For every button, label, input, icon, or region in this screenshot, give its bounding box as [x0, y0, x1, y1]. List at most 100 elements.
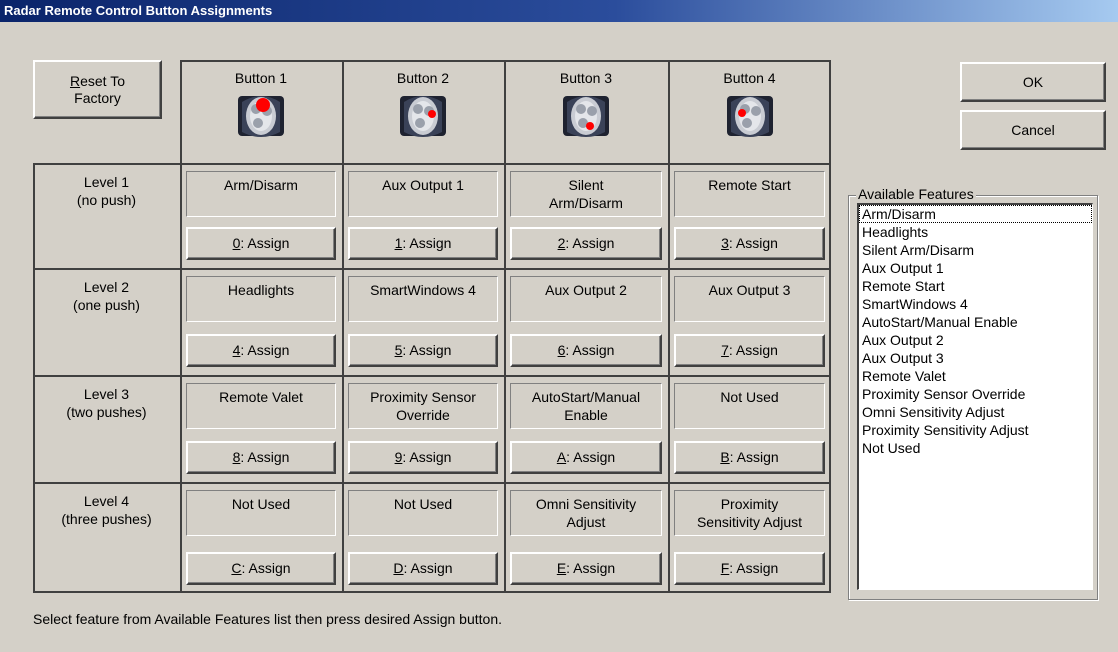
- list-item[interactable]: SmartWindows 4: [859, 295, 1092, 313]
- feature-text: Override: [396, 407, 450, 423]
- feature-text: Omni Sensitivity: [535, 496, 637, 512]
- assign-hotkey: 0: [232, 235, 241, 251]
- feature-box: Aux Output 3: [674, 276, 825, 322]
- assign-button-2[interactable]: 2: Assign: [510, 227, 662, 260]
- list-item[interactable]: Arm/Disarm: [859, 205, 1092, 223]
- reset-label-text: eset To Factory: [74, 72, 125, 106]
- ok-button[interactable]: OK: [960, 62, 1106, 102]
- list-item[interactable]: Proximity Sensor Override: [859, 385, 1092, 403]
- list-item[interactable]: AutoStart/Manual Enable: [859, 313, 1092, 331]
- assign-button-C[interactable]: C: Assign: [186, 552, 336, 585]
- feature-text: SmartWindows 4: [370, 282, 476, 298]
- assign-button-F[interactable]: F: Assign: [674, 552, 825, 585]
- feature-box: Not Used: [674, 383, 825, 429]
- feature-box: Remote Valet: [186, 383, 336, 429]
- list-item[interactable]: Not Used: [859, 439, 1092, 457]
- feature-text: Aux Output 1: [382, 177, 464, 193]
- assign-hotkey: C: [231, 560, 242, 576]
- level-subtitle: (two pushes): [66, 404, 147, 420]
- assign-button-5[interactable]: 5: Assign: [348, 334, 498, 367]
- list-item[interactable]: Remote Valet: [859, 367, 1092, 385]
- assign-button-8[interactable]: 8: Assign: [186, 441, 336, 474]
- assign-hotkey: 1: [394, 235, 403, 251]
- list-item[interactable]: Proximity Sensitivity Adjust: [859, 421, 1092, 439]
- feature-text: Not Used: [720, 389, 779, 405]
- button-header-label: Button 4: [723, 70, 776, 86]
- level-label: Level 2 (one push): [33, 278, 180, 314]
- assign-label: : Assign: [403, 560, 453, 576]
- level-title: Level 2: [83, 279, 130, 295]
- feature-box: Silent Arm/Disarm: [510, 171, 662, 217]
- list-item[interactable]: Silent Arm/Disarm: [859, 241, 1092, 259]
- ok-button-label: OK: [1022, 73, 1044, 90]
- feature-text: Enable: [564, 407, 608, 423]
- list-item[interactable]: Remote Start: [859, 277, 1092, 295]
- assign-button-3[interactable]: 3: Assign: [674, 227, 825, 260]
- level-label: Level 1 (no push): [33, 173, 180, 209]
- assign-label: : Assign: [240, 342, 290, 358]
- feature-text: Aux Output 2: [545, 282, 627, 298]
- feature-text: Proximity: [720, 496, 779, 512]
- assignments-dialog: Radar Remote Control Button Assignments …: [0, 0, 1118, 652]
- button-header-2: Button 2: [342, 60, 504, 163]
- feature-text: Not Used: [393, 496, 453, 512]
- assign-label: : Assign: [240, 235, 290, 251]
- feature-text: Aux Output 3: [708, 282, 791, 298]
- level-4-cell: Level 4 (three pushes): [33, 482, 180, 593]
- assign-label: : Assign: [240, 449, 290, 465]
- assign-label: : Assign: [729, 560, 779, 576]
- reset-button-label: Reset To Factory: [53, 73, 143, 107]
- assign-button-7[interactable]: 7: Assign: [674, 334, 825, 367]
- button-header-1: Button 1: [180, 60, 342, 163]
- feature-text: Proximity Sensor: [370, 389, 476, 405]
- assign-button-1[interactable]: 1: Assign: [348, 227, 498, 260]
- assign-button-D[interactable]: D: Assign: [348, 552, 498, 585]
- assign-button-B[interactable]: B: Assign: [674, 441, 825, 474]
- assign-button-A[interactable]: A: Assign: [510, 441, 662, 474]
- list-item[interactable]: Aux Output 3: [859, 349, 1092, 367]
- feature-text: Arm/Disarm: [549, 195, 623, 211]
- reset-hotkey: R: [69, 72, 81, 89]
- feature-text: AutoStart/Manual: [531, 389, 641, 405]
- list-item[interactable]: Omni Sensitivity Adjust: [859, 403, 1092, 421]
- level-1-cell: Level 1 (no push): [33, 163, 180, 268]
- assign-hotkey: 7: [721, 342, 729, 358]
- assign-hotkey: 4: [232, 342, 241, 358]
- available-features-list[interactable]: Arm/Disarm Headlights Silent Arm/Disarm Aux…: [857, 203, 1093, 590]
- list-item[interactable]: Aux Output 2: [859, 331, 1092, 349]
- assign-button-4[interactable]: 4: Assign: [186, 334, 336, 367]
- assign-button-0[interactable]: 0: Assign: [186, 227, 336, 260]
- level-label: Level 4 (three pushes): [33, 492, 180, 528]
- feature-text: Adjust: [566, 514, 606, 530]
- assign-hotkey: 9: [394, 449, 403, 465]
- assign-hotkey: 6: [557, 342, 566, 358]
- assign-label: : Assign: [565, 235, 615, 251]
- assign-hotkey: B: [720, 449, 730, 465]
- assign-label: : Assign: [241, 560, 291, 576]
- feature-box: Not Used: [186, 490, 336, 536]
- list-item[interactable]: Aux Output 1: [859, 259, 1092, 277]
- reset-to-factory-button[interactable]: Reset To Factory: [33, 60, 162, 119]
- assign-button-9[interactable]: 9: Assign: [348, 441, 498, 474]
- button-header-4: Button 4: [668, 60, 831, 163]
- button-header-3: Button 3: [504, 60, 668, 163]
- assign-button-E[interactable]: E: Assign: [510, 552, 662, 585]
- list-item[interactable]: Headlights: [859, 223, 1092, 241]
- assign-button-6[interactable]: 6: Assign: [510, 334, 662, 367]
- feature-box: SmartWindows 4: [348, 276, 498, 322]
- assign-hotkey: F: [720, 560, 730, 576]
- cancel-button[interactable]: Cancel: [960, 110, 1106, 150]
- remote-control-icon: [400, 92, 446, 140]
- title-bar: Radar Remote Control Button Assignments: [0, 0, 1118, 22]
- feature-text: Headlights: [227, 282, 295, 298]
- assign-label: : Assign: [566, 449, 616, 465]
- assign-label: : Assign: [565, 342, 615, 358]
- button-header-label: Button 1: [234, 70, 288, 86]
- assign-hotkey: 8: [232, 449, 241, 465]
- assign-hotkey: E: [556, 560, 567, 576]
- feature-box: AutoStart/Manual Enable: [510, 383, 662, 429]
- assign-label: : Assign: [728, 235, 778, 251]
- assign-hotkey: 5: [394, 342, 403, 358]
- feature-text: Not Used: [231, 496, 291, 512]
- level-subtitle: (three pushes): [61, 511, 152, 527]
